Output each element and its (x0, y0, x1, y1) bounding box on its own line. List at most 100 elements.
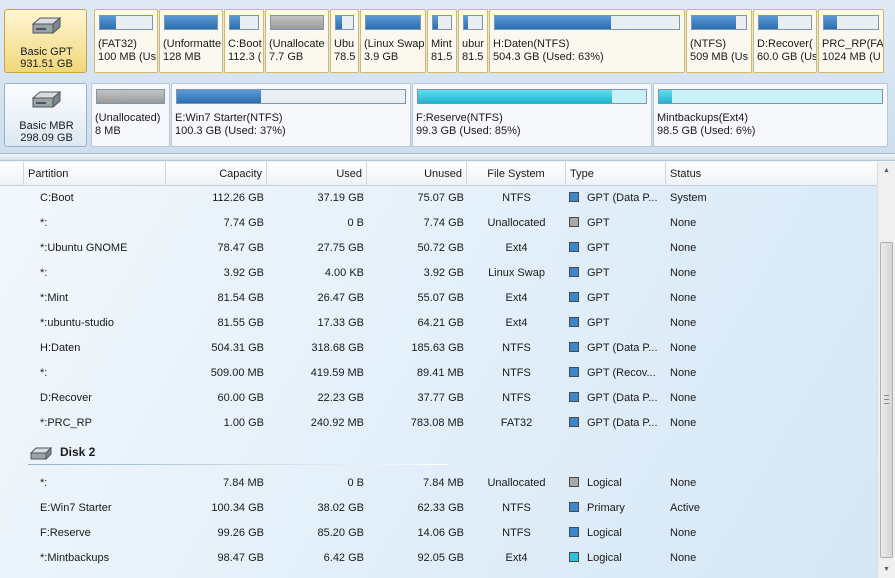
cell-partition: *: (40, 367, 48, 379)
cell-unused: 14.06 GB (417, 527, 464, 539)
partition-block[interactable]: C:Boot 112.3 ( (224, 9, 264, 73)
usage-bar (432, 15, 452, 30)
disk-1-size: 931.51 GB (20, 58, 73, 70)
group-divider (28, 464, 448, 465)
cell-used: 26.47 GB (317, 292, 364, 304)
cell-partition: *:Mintbackups (40, 552, 110, 564)
header-used[interactable]: Used (267, 162, 367, 186)
header-partition[interactable]: Partition (24, 162, 166, 186)
partition-block-text: F:Reserve(NTFS) 99.3 GB (Used: 85%) (416, 112, 521, 138)
disk-2-info[interactable]: Basic MBR 298.09 GB (4, 83, 87, 147)
partition-block[interactable]: Ubu 78.5 (330, 9, 359, 73)
table-row[interactable]: F:Reserve 99.26 GB 85.20 GB 14.06 GB NTFS Log… (0, 521, 877, 546)
partition-block[interactable]: F:Reserve(NTFS) 99.3 GB (Used: 85%) (412, 83, 652, 147)
cell-status: None (670, 527, 697, 539)
usage-bar-fill (177, 90, 262, 103)
scroll-up-arrow-icon[interactable]: ▲ (878, 162, 895, 179)
partition-block[interactable]: H:Daten(NTFS) 504.3 GB (Used: 63%) (489, 9, 685, 73)
cell-capacity: 509.00 MB (210, 367, 264, 379)
partition-block-size: 99.3 GB (Used: 85%) (416, 125, 521, 137)
partition-block[interactable]: PRC_RP(FA 1024 MB (U (818, 9, 884, 73)
header-file-system[interactable]: File System (467, 162, 566, 186)
cell-partition: *: (40, 267, 48, 279)
usage-bar (494, 15, 680, 30)
cell-used: 17.33 GB (317, 317, 364, 329)
partition-block[interactable]: (Unallocated) 8 MB (91, 83, 170, 147)
table-row[interactable]: *: 7.84 MB 0 B 7.84 MB Unallocated Logical Non… (0, 471, 877, 496)
partition-block[interactable]: (Linux Swap 3.9 GB (360, 9, 426, 73)
vertical-scrollbar[interactable]: ▲ ▼ (877, 162, 895, 578)
cell-unused: 62.33 GB (417, 502, 464, 514)
partition-block[interactable]: (NTFS) 509 MB (Us (686, 9, 752, 73)
table-row[interactable]: *:Mint 81.54 GB 26.47 GB 55.07 GB Ext4 GPT Non… (0, 286, 877, 311)
table-row[interactable]: *:ubuntu-studio 81.55 GB 17.33 GB 64.21 GB E… (0, 311, 877, 336)
partition-block-name: ubur (462, 38, 485, 50)
usage-bar-fill (271, 16, 323, 29)
table-row[interactable]: *:PRC_RP 1.00 GB 240.92 MB 783.08 MB FAT32 GP… (0, 411, 877, 436)
cell-status: None (670, 317, 697, 329)
cell-type: GPT (569, 286, 666, 311)
panel-splitter[interactable] (0, 154, 895, 161)
cell-fs: Ext4 (505, 552, 528, 564)
usage-bar-fill (659, 90, 673, 103)
scroll-down-arrow-icon[interactable]: ▼ (878, 561, 895, 578)
usage-bar (335, 15, 354, 30)
partition-block[interactable]: (FAT32) 100 MB (Us (94, 9, 158, 73)
partition-type-swatch-icon (569, 192, 579, 202)
header-type[interactable]: Type (566, 162, 666, 186)
partition-block[interactable]: E:Win7 Starter(NTFS) 100.3 GB (Used: 37%) (171, 83, 411, 147)
partition-block-name: F:Reserve(NTFS) (416, 112, 503, 124)
usage-bar-fill (97, 90, 164, 103)
cell-unused: 7.74 GB (423, 217, 464, 229)
table-row[interactable]: E:Win7 Starter 100.34 GB 38.02 GB 62.33 GB N… (0, 496, 877, 521)
cell-fs: FAT32 (500, 417, 533, 429)
table-row[interactable]: C:Boot 112.26 GB 37.19 GB 75.07 GB NTFS GPT (… (0, 186, 877, 211)
partition-block-text: (Unallocate 7.7 GB (269, 38, 325, 64)
cell-used: 419.59 MB (310, 367, 364, 379)
table-row[interactable]: *: 509.00 MB 419.59 MB 89.41 MB NTFS GPT (Rec… (0, 361, 877, 386)
cell-status: None (670, 417, 697, 429)
table-row[interactable]: D:Recover 60.00 GB 22.23 GB 37.77 GB NTFS GPT… (0, 386, 877, 411)
partition-type-swatch-icon (569, 392, 579, 402)
disk-2-size: 298.09 GB (20, 132, 73, 144)
cell-fs: Ext4 (505, 317, 528, 329)
partition-type-swatch-icon (569, 242, 579, 252)
partition-block[interactable]: Mintbackups(Ext4) 98.5 GB (Used: 6%) (653, 83, 888, 147)
cell-fs: Linux Swap (488, 267, 545, 279)
disk-2-group-header[interactable]: Disk 2 (0, 438, 877, 468)
disk-1-info[interactable]: Basic GPT 931.51 GB (4, 9, 87, 73)
partition-block-text: C:Boot 112.3 ( (228, 38, 262, 64)
cell-used: 4.00 KB (324, 267, 364, 279)
table-row[interactable]: *: 3.92 GB 4.00 KB 3.92 GB Linux Swap GPT None (0, 261, 877, 286)
partition-block[interactable]: ubur 81.5 (458, 9, 488, 73)
disk-map-row-2: Basic MBR 298.09 GB (Unallocated) 8 MB E:W… (4, 83, 888, 149)
cell-partition: C:Boot (40, 192, 74, 204)
cell-used: 240.92 MB (310, 417, 364, 429)
partition-type-swatch-icon (569, 527, 579, 537)
partition-block[interactable]: (Unallocate 7.7 GB (265, 9, 329, 73)
usage-bar (463, 15, 483, 30)
partition-block-size: 81.5 (462, 51, 484, 63)
cell-type-text: GPT (Data P... (587, 192, 658, 204)
cell-type-text: GPT (Data P... (587, 417, 658, 429)
cell-fs: NTFS (502, 342, 531, 354)
usage-bar (658, 89, 883, 104)
partition-type-swatch-icon (569, 217, 579, 227)
cell-capacity: 99.26 GB (217, 527, 264, 539)
scrollbar-thumb[interactable] (880, 242, 893, 558)
partition-block[interactable]: Mint 81.5 (427, 9, 457, 73)
table-row[interactable]: *:Mintbackups 98.47 GB 6.42 GB 92.05 GB Ext4… (0, 546, 877, 571)
partition-type-swatch-icon (569, 477, 579, 487)
grip-icon (884, 395, 889, 404)
partition-block[interactable]: D:Recover(60.0 GB (Us (753, 9, 817, 73)
header-status[interactable]: Status (666, 162, 877, 186)
header-capacity[interactable]: Capacity (166, 162, 267, 186)
table-row[interactable]: H:Daten 504.31 GB 318.68 GB 185.63 GB NTFS GP… (0, 336, 877, 361)
table-row[interactable]: *: 7.74 GB 0 B 7.74 GB Unallocated GPT None (0, 211, 877, 236)
cell-fs: NTFS (502, 527, 531, 539)
cell-partition: *: (40, 477, 48, 489)
table-row[interactable]: *:Ubuntu GNOME 78.47 GB 27.75 GB 50.72 GB Ex… (0, 236, 877, 261)
header-unused[interactable]: Unused (367, 162, 467, 186)
cell-fs: NTFS (502, 502, 531, 514)
partition-block[interactable]: (Unformatte 128 MB (159, 9, 223, 73)
